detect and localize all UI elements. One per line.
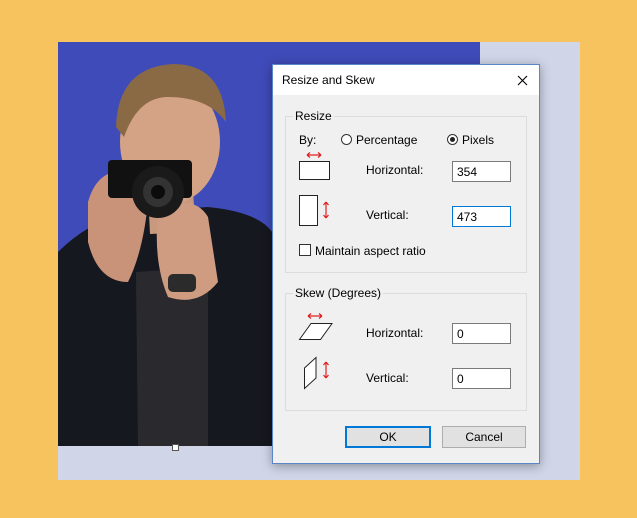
skew-vertical-input[interactable] — [452, 368, 511, 389]
resize-vertical-input[interactable] — [452, 206, 511, 227]
horizontal-resize-icon — [299, 152, 330, 180]
close-icon — [517, 75, 527, 85]
ok-button[interactable]: OK — [345, 426, 431, 448]
vertical-resize-icon — [299, 195, 329, 226]
close-button[interactable] — [511, 69, 533, 91]
skew-horizontal-label: Horizontal: — [366, 326, 424, 340]
resize-horizontal-label: Horizontal: — [366, 163, 424, 177]
resize-vertical-label: Vertical: — [366, 208, 409, 222]
canvas-resize-handle[interactable] — [172, 444, 179, 451]
skew-vertical-label: Vertical: — [366, 371, 409, 385]
percentage-label[interactable]: Percentage — [356, 133, 417, 147]
horizontal-skew-icon — [298, 313, 333, 340]
resize-group: Resize By: Percentage Pixels Horizontal:… — [285, 109, 527, 273]
skew-legend: Skew (Degrees) — [293, 286, 384, 300]
pixels-radio[interactable] — [447, 134, 458, 145]
cancel-button[interactable]: Cancel — [442, 426, 526, 448]
vertical-skew-icon — [304, 356, 329, 390]
skew-group: Skew (Degrees) Horizontal: Vertical: — [285, 286, 527, 411]
maintain-aspect-label[interactable]: Maintain aspect ratio — [315, 244, 426, 258]
resize-horizontal-input[interactable] — [452, 161, 511, 182]
maintain-aspect-checkbox[interactable] — [299, 244, 311, 256]
percentage-radio[interactable] — [341, 134, 352, 145]
resize-legend: Resize — [293, 109, 334, 123]
skew-horizontal-input[interactable] — [452, 323, 511, 344]
resize-and-skew-dialog: Resize and Skew Resize By: Percentage Pi… — [272, 64, 540, 464]
dialog-titlebar[interactable]: Resize and Skew — [273, 65, 539, 95]
dialog-title: Resize and Skew — [282, 73, 375, 87]
pixels-label[interactable]: Pixels — [462, 133, 494, 147]
by-label: By: — [299, 133, 317, 147]
